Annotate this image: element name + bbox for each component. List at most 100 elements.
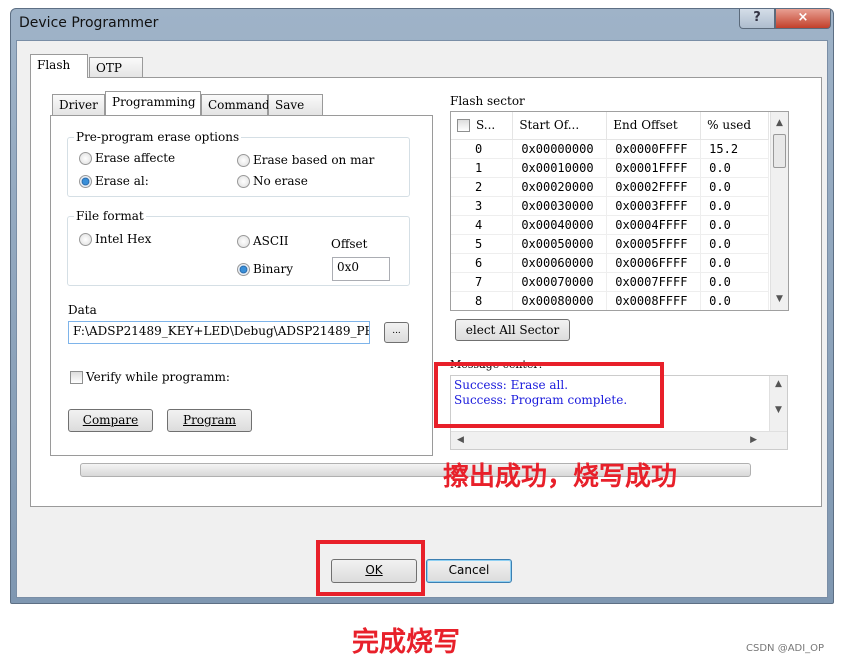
- sector-cell: 0x0007FFFF: [606, 272, 702, 292]
- sector-cell: 0.0: [700, 234, 769, 254]
- sector-cell: 0.0: [700, 158, 769, 178]
- radio-binary[interactable]: Binary: [237, 262, 293, 276]
- sector-cell: 0x0006FFFF: [606, 253, 702, 273]
- sector-cell: 0.0: [700, 215, 769, 235]
- radio-label: Binary: [253, 262, 294, 276]
- verify-checkbox[interactable]: Verify while programm:: [70, 370, 230, 384]
- radio-label: Intel Hex: [95, 232, 152, 246]
- radio-label: ASCII: [253, 234, 289, 248]
- scroll-up-icon[interactable]: ▲: [771, 118, 788, 128]
- help-button[interactable]: ?: [739, 9, 775, 29]
- sector-cell: 0.0: [700, 253, 769, 273]
- sector-cell: 0x0000FFFF: [606, 139, 702, 159]
- sector-cell: 0.0: [700, 291, 769, 310]
- column-label: S...: [476, 118, 496, 133]
- tab-driver[interactable]: Driver: [52, 94, 105, 116]
- column-header[interactable]: End Offset: [606, 112, 702, 140]
- sector-cell: 0.0: [700, 196, 769, 216]
- column-header[interactable]: % used: [700, 112, 769, 140]
- sector-cell: 0x0001FFFF: [606, 158, 702, 178]
- sector-cell: 0x00040000: [512, 215, 608, 235]
- radio-label: No erase: [253, 174, 308, 188]
- sector-cell: 0x0005FFFF: [606, 234, 702, 254]
- column-header[interactable]: Start Of...: [512, 112, 608, 140]
- radio-intel-hex[interactable]: Intel Hex: [79, 232, 151, 246]
- column-label: % used: [707, 118, 752, 133]
- sector-row[interactable]: 3 0x00030000 0x0003FFFF 0.0: [451, 196, 769, 216]
- sector-row[interactable]: 7 0x00070000 0x0007FFFF 0.0: [451, 272, 769, 292]
- sector-cell: 0.0: [700, 272, 769, 292]
- radio-erase-based-on-map[interactable]: Erase based on mar: [237, 153, 374, 167]
- close-icon: ×: [797, 10, 809, 25]
- annotation-success: 擦出成功，烧写成功: [443, 462, 678, 492]
- offset-label: Offset: [331, 237, 368, 251]
- sector-cell: 1: [451, 158, 514, 178]
- select-all-checkbox[interactable]: [457, 119, 470, 133]
- browse-button[interactable]: ...: [384, 322, 409, 343]
- sector-cell: 7: [451, 272, 514, 292]
- file-format-label: File format: [74, 209, 146, 223]
- annotation-done: 完成烧写: [352, 627, 460, 658]
- sector-cell: 15.2: [700, 139, 769, 159]
- sector-cell: 8: [451, 291, 514, 310]
- sector-cell: 0x00080000: [512, 291, 608, 310]
- sector-cell: 4: [451, 215, 514, 235]
- sector-row[interactable]: 8 0x00080000 0x0008FFFF 0.0: [451, 291, 769, 310]
- sector-row[interactable]: 6 0x00060000 0x0006FFFF 0.0: [451, 253, 769, 273]
- sector-cell: 0x00030000: [512, 196, 608, 216]
- sector-cell: 6: [451, 253, 514, 273]
- sector-scrollbar[interactable]: ▲ ▼: [770, 112, 788, 310]
- tab-commands[interactable]: Commands: [201, 94, 276, 116]
- scroll-thumb[interactable]: [773, 134, 786, 168]
- highlight-box-ok: [316, 540, 425, 596]
- tab-flash[interactable]: Flash: [30, 54, 88, 78]
- cancel-button[interactable]: Cancel: [426, 559, 512, 583]
- flash-sector-label: Flash sector: [450, 94, 525, 108]
- sector-row[interactable]: 0 0x00000000 0x0000FFFF 15.2: [451, 139, 769, 159]
- radio-no-erase[interactable]: No erase: [237, 174, 308, 188]
- column-label: Start Of...: [519, 118, 580, 133]
- sector-row[interactable]: 1 0x00010000 0x0001FFFF 0.0: [451, 158, 769, 178]
- radio-label: Erase al:: [95, 174, 149, 188]
- window-title: Device Programmer: [19, 15, 159, 31]
- checkbox-label: Verify while programm:: [86, 370, 230, 384]
- sector-cell: 0x00020000: [512, 177, 608, 197]
- sector-cell: 0x0002FFFF: [606, 177, 702, 197]
- sector-cell: 0x00010000: [512, 158, 608, 178]
- sector-cell: 3: [451, 196, 514, 216]
- tab-save[interactable]: Save: [268, 94, 323, 116]
- highlight-box-messages: [434, 362, 664, 428]
- sector-cell: 0: [451, 139, 514, 159]
- erase-options-label: Pre-program erase options: [74, 130, 242, 144]
- close-button[interactable]: ×: [775, 9, 831, 29]
- column-header[interactable]: S...: [451, 112, 514, 140]
- compare-button[interactable]: Compare: [68, 409, 153, 432]
- message-hscroll[interactable]: ◀ ▶: [451, 431, 787, 449]
- radio-erase-affected[interactable]: Erase affecte: [79, 151, 175, 165]
- message-vscroll[interactable]: ▲ ▼: [769, 376, 787, 431]
- scroll-down-icon[interactable]: ▼: [771, 294, 788, 304]
- column-label: End Offset: [613, 118, 678, 133]
- radio-label: Erase based on mar: [253, 153, 375, 167]
- data-label: Data: [68, 303, 97, 317]
- tab-programming[interactable]: Programming: [105, 91, 201, 115]
- erase-options-group: [67, 137, 410, 197]
- offset-input[interactable]: 0x0: [332, 257, 390, 281]
- data-file-input[interactable]: F:\ADSP21489_KEY+LED\Debug\ADSP21489_PBL…: [68, 321, 370, 344]
- radio-label: Erase affecte: [95, 151, 176, 165]
- sector-row[interactable]: 4 0x00040000 0x0004FFFF 0.0: [451, 215, 769, 235]
- program-button[interactable]: Program: [167, 409, 252, 432]
- sector-row[interactable]: 5 0x00050000 0x0005FFFF 0.0: [451, 234, 769, 254]
- sector-cell: 2: [451, 177, 514, 197]
- sector-cell: 5: [451, 234, 514, 254]
- tab-otp[interactable]: OTP: [89, 57, 143, 79]
- sector-cell: 0x00050000: [512, 234, 608, 254]
- radio-ascii[interactable]: ASCII: [237, 234, 289, 248]
- sector-cell: 0x0004FFFF: [606, 215, 702, 235]
- sector-row[interactable]: 2 0x00020000 0x0002FFFF 0.0: [451, 177, 769, 197]
- flash-sector-table: S... Start Of... End Offset % used 0 0x00000…: [450, 111, 789, 311]
- help-icon: ?: [753, 10, 761, 25]
- sector-cell: 0x00000000: [512, 139, 608, 159]
- radio-erase-all[interactable]: Erase al:: [79, 174, 149, 188]
- select-all-sector-button[interactable]: elect All Sector: [455, 319, 570, 341]
